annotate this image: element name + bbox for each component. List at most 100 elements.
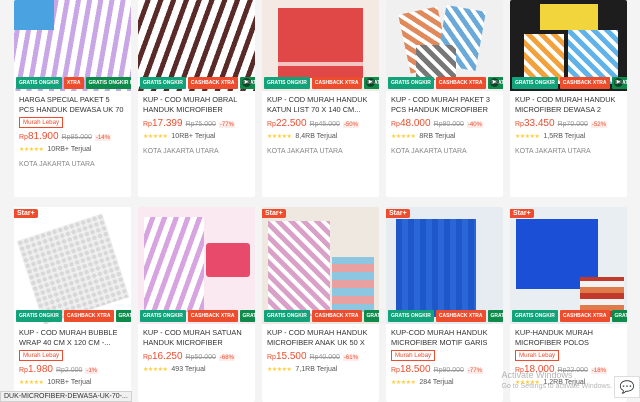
rating-stars-icon: ★★★★★ [391,134,416,140]
price: Rp22.500 Rp45.000 -50% [267,118,359,129]
cashback-badge: CASHBACK XTRA [187,77,238,89]
product-title[interactable]: HARGA SPECIAL PAKET 5 PCS HANDUK DEWASA … [14,91,131,115]
product-card[interactable]: Star+ GRATIS ONGKIR CASHBACK XTRA GRATIS… [14,207,131,402]
product-title[interactable]: KUP - COD MURAH HANDUK MICROFIBER ANAK U… [262,324,379,348]
promo-badges: GRATIS ONGKIR CASHBACK XTRA GRATIS ONGKI… [16,310,131,322]
play-icon[interactable]: ▶ [614,78,623,87]
play-icon[interactable]: ▶ [366,78,375,87]
promo-badges: GRATIS ONGKIR XTRA GRATIS ONGKIR INSTANT [16,77,131,89]
product-image[interactable]: Star+ GRATIS ONGKIR CASHBACK XTRA GRATIS… [262,207,379,324]
old-price: Rp50.000 [185,354,216,361]
rating-stars-icon: ★★★★★ [267,134,292,140]
star-plus-badge: Star+ [510,209,534,218]
sold-count: 284 Terjual [419,379,454,386]
product-title[interactable]: KUP-HANDUK MURAH MICROFIBER POLOS DEWAS.… [510,324,627,348]
old-price: Rp75.000 [185,121,216,128]
old-price: Rp80.000 [433,121,464,128]
product-image[interactable]: GRATIS ONGKIR CASHBACK XTRA GRATIS ONGKI… [138,0,255,91]
product-title[interactable]: KUP-COD MURAH HANDUK MICROFIBER MOTIF GA… [386,324,503,348]
product-image[interactable]: GRATIS ONGKIR XTRA GRATIS ONGKIR INSTANT [14,0,131,91]
gratis-badge: GRATIS ONGKIR [140,310,186,322]
cashback-badge: CASHBACK XTRA [187,310,238,322]
rating-sold: ★★★★★ 8,4RB Terjual [262,129,379,140]
product-card[interactable]: GRATIS ONGKIR CASHBACK XTRA GRATIS ONGKI… [138,207,255,402]
chat-button[interactable]: 💬 [614,376,640,398]
promo-badges: GRATIS ONGKIR CASHBACK XTRA GRATIS ONGKI… [388,77,503,89]
location: KOTA JAKARTA UTARA [391,148,467,155]
price: Rp48.000 Rp80.000 -40% [391,118,483,129]
sold-count: 493 Terjual [171,366,206,373]
promo-badges: GRATIS ONGKIR CASHBACK XTRA GRATIS ONGKI… [140,77,255,89]
product-image[interactable]: GRATIS ONGKIR CASHBACK XTRA GRATIS ONGKI… [262,0,379,91]
rating-stars-icon: ★★★★★ [515,134,540,140]
old-price: Rp2.000 [55,367,83,374]
rating-stars-icon: ★★★★★ [143,134,168,140]
discount-badge: -14% [94,135,111,141]
rating-sold: ★★★★★ 1,5RB Terjual [510,129,627,140]
gratis-badge: GRATIS ONGKIR [388,310,434,322]
gratis-badge: GRATIS ONGKIR [16,77,62,89]
rating-stars-icon: ★★★★★ [267,367,292,373]
rating-stars-icon: ★★★★★ [19,147,44,153]
product-image[interactable]: GRATIS ONGKIR CASHBACK XTRA GRATIS ONGKI… [510,0,627,91]
discount-badge: -68% [218,355,235,361]
product-card[interactable]: GRATIS ONGKIR CASHBACK XTRA GRATIS ONGKI… [138,0,255,197]
price: Rp1.980 Rp2.000 -1% [19,364,99,375]
instant-badge: GRATIS ONGKIR INSTANT [363,310,379,322]
star-plus-badge: Star+ [262,209,286,218]
discount-badge: -40% [466,122,483,128]
product-card[interactable]: GRATIS ONGKIR CASHBACK XTRA GRATIS ONGKI… [262,0,379,197]
promo-badges: GRATIS ONGKIR CASHBACK XTRA GRATIS ONGKI… [388,310,503,322]
price: Rp17.399 Rp75.000 -77% [143,118,235,129]
instant-badge: GRATIS ONGKIR INSTANT [85,77,131,89]
product-title[interactable]: KUP - COD MURAH HANDUK KATUN LIST 70 X 1… [262,91,379,115]
price: Rp33.450 Rp70.000 -52% [515,118,607,129]
product-image[interactable]: Star+ GRATIS ONGKIR CASHBACK XTRA GRATIS… [386,207,503,324]
promo-badges: GRATIS ONGKIR CASHBACK XTRA GRATIS ONGKI… [264,310,379,322]
product-card[interactable]: GRATIS ONGKIR CASHBACK XTRA GRATIS ONGKI… [386,0,503,197]
product-title[interactable]: KUP - COD MURAH OBRAL HANDUK MICROFIBER … [138,91,255,115]
play-icon[interactable]: ▶ [242,78,251,87]
rating-sold: ★★★★★ 10RB+ Terjual [14,375,131,386]
gratis-badge: GRATIS ONGKIR [512,77,558,89]
instant-badge: GRATIS ONGKIR INSTANT [239,310,255,322]
product-title[interactable]: KUP - COD MURAH PAKET 3 PCS HANDUK MICRO… [386,91,503,115]
chat-icon: 💬 [619,380,635,394]
discount-badge: -61% [342,355,359,361]
product-image[interactable]: GRATIS ONGKIR CASHBACK XTRA GRATIS ONGKI… [138,207,255,324]
rating-sold: ★★★★★ 284 Terjual [386,375,503,386]
old-price: Rp80.000 [433,367,464,374]
shop-tag: Murah Lebay [515,350,560,361]
old-price: Rp40.000 [309,354,340,361]
price: Rp81.900 Rp95.000 -14% [19,131,111,142]
xtra-badge: XTRA [63,77,84,89]
product-title[interactable]: KUP - COD MURAH BUBBLE WRAP 40 CM X 120 … [14,324,131,348]
shop-tag: Murah Lebay [391,350,436,361]
product-card[interactable]: GRATIS ONGKIR CASHBACK XTRA GRATIS ONGKI… [510,0,627,197]
sold-count: 10RB+ Terjual [47,146,92,153]
product-card[interactable]: Star+ GRATIS ONGKIR CASHBACK XTRA GRATIS… [262,207,379,402]
location: KOTA JAKARTA UTARA [515,148,591,155]
product-title[interactable]: KUP - COD MURAH SATUAN HANDUK MICROFIBER… [138,324,255,348]
gratis-badge: GRATIS ONGKIR [264,77,310,89]
product-card[interactable]: GRATIS ONGKIR XTRA GRATIS ONGKIR INSTANT… [14,0,131,197]
product-card[interactable]: Star+ GRATIS ONGKIR CASHBACK XTRA GRATIS… [386,207,503,402]
old-price: Rp70.000 [557,121,588,128]
watermark-line1: Activate Windows [501,370,573,380]
gratis-badge: GRATIS ONGKIR [388,77,434,89]
play-icon[interactable]: ▶ [490,78,499,87]
location: KOTA JAKARTA UTARA [143,148,219,155]
gratis-badge: GRATIS ONGKIR [16,310,62,322]
product-title[interactable]: KUP - COD MURAH HANDUK MICROFIBER DEWASA… [510,91,627,115]
rating-stars-icon: ★★★★★ [391,380,416,386]
location: KOTA JAKARTA UTARA [267,148,343,155]
discount-badge: -50% [342,122,359,128]
product-image[interactable]: GRATIS ONGKIR CASHBACK XTRA GRATIS ONGKI… [386,0,503,91]
rating-sold: ★★★★★ 10RB+ Terjual [138,129,255,140]
rating-sold: ★★★★★ 8RB Terjual [386,129,503,140]
shop-tag: Murah Lebay [19,350,64,361]
gratis-badge: GRATIS ONGKIR [140,77,186,89]
discount-badge: -52% [590,122,607,128]
product-image[interactable]: Star+ GRATIS ONGKIR CASHBACK XTRA GRATIS… [14,207,131,324]
product-image[interactable]: Star+ GRATIS ONGKIR CASHBACK XTRA GRATIS… [510,207,627,324]
